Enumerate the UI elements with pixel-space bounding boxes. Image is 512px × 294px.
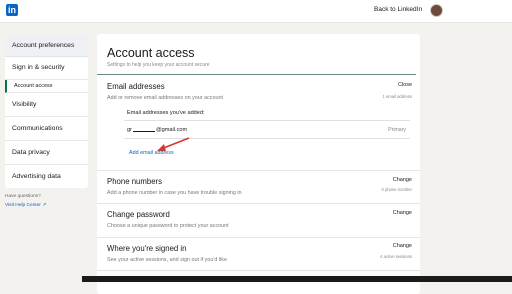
page-subtitle: Settings to help you keep your account s…: [107, 62, 210, 68]
linkedin-logo-icon[interactable]: in: [6, 4, 18, 16]
title-divider: [97, 74, 416, 75]
avatar[interactable]: [430, 4, 443, 17]
top-bar: in Back to LinkedIn: [0, 0, 512, 23]
active-sessions-count: 4 active sessions: [380, 254, 412, 259]
back-to-linkedin-link[interactable]: Back to LinkedIn: [374, 6, 422, 13]
section-divider: [97, 237, 420, 238]
add-email-address-link[interactable]: Add email address: [129, 150, 174, 156]
phone-count: 0 phone number: [381, 187, 413, 192]
sidebar-item-data-privacy[interactable]: Data privacy: [5, 141, 88, 165]
password-section-description: Choose a unique password to protect your…: [107, 223, 229, 229]
sidebar-item-advertising-data[interactable]: Advertising data: [5, 165, 88, 188]
account-access-card: Account access Settings to help you keep…: [97, 34, 420, 294]
help-question: Have questions?: [5, 194, 41, 199]
email-section-description: Add or remove email addresses on your ac…: [107, 95, 223, 101]
sidebar-item-sign-in-security[interactable]: Sign in & security: [5, 57, 88, 80]
email-address-value: gr @gmail.com: [127, 127, 187, 133]
sessions-change-button[interactable]: Change: [393, 243, 412, 249]
sidebar: Account preferences Sign in & security A…: [5, 35, 88, 188]
help-center-link[interactable]: Visit Help Center ↗: [5, 203, 46, 208]
page-title: Account access: [107, 46, 195, 60]
phone-section-title[interactable]: Phone numbers: [107, 177, 162, 186]
emails-added-heading: Email addresses you've added:: [127, 110, 205, 116]
external-link-icon: ↗: [42, 203, 47, 208]
sidebar-item-account-access[interactable]: Account access: [5, 80, 88, 93]
sidebar-item-communications[interactable]: Communications: [5, 117, 88, 141]
email-count: 1 email address: [382, 94, 412, 99]
section-divider: [97, 203, 420, 204]
email-redaction: [132, 131, 155, 132]
password-section-title[interactable]: Change password: [107, 210, 170, 219]
password-change-button[interactable]: Change: [393, 210, 412, 216]
email-close-button[interactable]: Close: [398, 82, 412, 88]
help-center-label[interactable]: Visit Help Center: [5, 203, 41, 208]
phone-change-button[interactable]: Change: [393, 177, 412, 183]
email-list-divider-top: [124, 120, 410, 121]
phone-section-description: Add a phone number in case you have trou…: [107, 190, 242, 196]
email-suffix: @gmail.com: [155, 127, 188, 133]
section-divider: [97, 170, 420, 171]
sessions-section-description: See your active sessions, and sign out i…: [107, 257, 227, 263]
primary-badge: Primary: [388, 127, 406, 133]
bottom-taskbar: [82, 276, 512, 282]
email-section-title[interactable]: Email addresses: [107, 82, 165, 91]
sidebar-header-account-preferences[interactable]: Account preferences: [5, 35, 88, 57]
sidebar-item-visibility[interactable]: Visibility: [5, 93, 88, 117]
sessions-section-title[interactable]: Where you're signed in: [107, 244, 187, 253]
email-prefix: gr: [127, 127, 132, 133]
section-divider: [97, 270, 420, 271]
